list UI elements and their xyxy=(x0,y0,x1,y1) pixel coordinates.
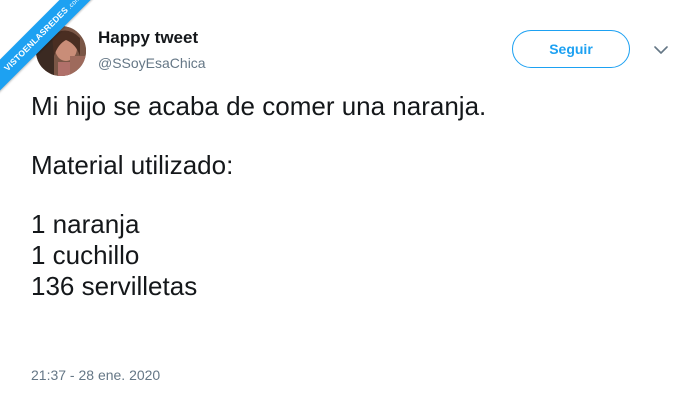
tweet-line: 1 cuchillo xyxy=(31,240,140,270)
watermark: VISTOENLASREDES.com xyxy=(0,0,110,110)
chevron-down-icon[interactable] xyxy=(651,40,671,60)
follow-button[interactable]: Seguir xyxy=(512,30,630,68)
watermark-suffix: .com xyxy=(66,0,83,11)
tweet-line: Mi hijo se acaba de comer una naranja. xyxy=(31,91,487,121)
tweet-text: Mi hijo se acaba de comer una naranja. M… xyxy=(31,91,651,302)
author-handle[interactable]: @SSoyEsaChica xyxy=(98,55,206,71)
tweet-timestamp[interactable]: 21:37 - 28 ene. 2020 xyxy=(31,367,160,383)
author-name[interactable]: Happy tweet xyxy=(98,28,198,48)
tweet-line: 136 servilletas xyxy=(31,271,198,301)
watermark-text: VISTOENLASREDES xyxy=(1,4,71,74)
tweet-line: Material utilizado: xyxy=(31,150,234,180)
watermark-ribbon: VISTOENLASREDES.com xyxy=(0,0,107,98)
tweet-card: VISTOENLASREDES.com Happy tweet @SSoyEsa… xyxy=(0,0,700,402)
tweet-line: 1 naranja xyxy=(31,209,140,239)
